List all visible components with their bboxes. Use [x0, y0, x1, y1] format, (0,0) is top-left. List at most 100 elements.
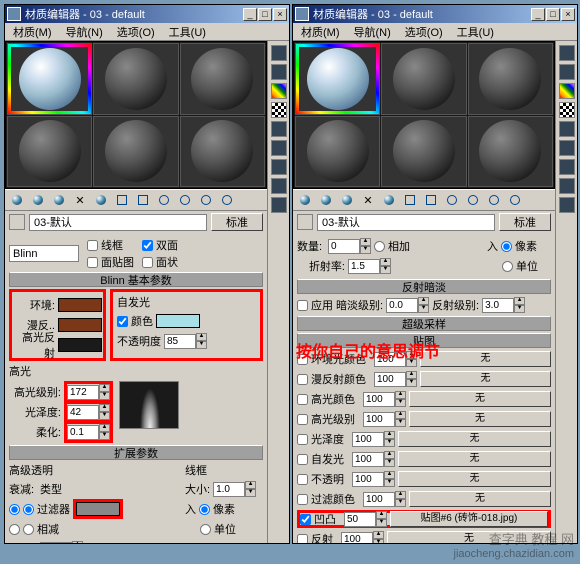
map-speccolor-btn[interactable]: 无	[409, 391, 551, 407]
falloff-out-radio[interactable]	[9, 524, 20, 535]
titlebar[interactable]: 材质编辑器 - 03 - default _ □ ×	[5, 5, 289, 23]
material-map-icon[interactable]	[271, 197, 287, 213]
assign-icon[interactable]	[338, 191, 356, 209]
backlight-icon[interactable]	[271, 64, 287, 80]
options-icon[interactable]	[271, 159, 287, 175]
sample-slot[interactable]	[7, 116, 92, 188]
wire-checkbox[interactable]: 线框	[87, 237, 134, 253]
select-by-icon[interactable]	[218, 191, 236, 209]
reflevel-spinner[interactable]: ▲▼	[482, 297, 525, 313]
close-button[interactable]: ×	[561, 8, 575, 21]
checker-icon[interactable]	[271, 102, 287, 118]
nav-sibling-icon[interactable]	[176, 191, 194, 209]
map-speclevel-btn[interactable]: 无	[409, 411, 551, 427]
sample-slot[interactable]	[381, 116, 466, 188]
put-to-scene-icon[interactable]	[29, 191, 47, 209]
menu-navigate[interactable]: 导航(N)	[62, 23, 107, 41]
sample-slot-1[interactable]	[295, 43, 380, 115]
map-diffuse-btn[interactable]: 无	[420, 371, 551, 387]
diffuse-swatch[interactable]	[58, 318, 102, 332]
map-gloss-btn[interactable]: 无	[398, 431, 551, 447]
spec-level-spinner[interactable]: ▲▼	[67, 384, 110, 400]
map-reflect-chk[interactable]: 反射	[297, 531, 333, 543]
twosided-checkbox[interactable]: 双面	[142, 237, 178, 253]
get-material-icon[interactable]	[296, 191, 314, 209]
map-opacity-btn[interactable]: 无	[398, 471, 551, 487]
unit2-radio[interactable]: 单位	[502, 258, 538, 274]
map-bump-chk[interactable]: 凹凸	[300, 511, 336, 527]
amount2-spinner[interactable]: ▲▼	[328, 238, 371, 254]
pixel2-radio[interactable]: 像素	[501, 238, 537, 254]
map-selfillum-btn[interactable]: 无	[398, 451, 551, 467]
nav-sibling-icon[interactable]	[464, 191, 482, 209]
menu-material[interactable]: 材质(M)	[297, 23, 344, 41]
type-subtract-radio[interactable]: 相减	[23, 521, 59, 537]
sample-slot[interactable]	[295, 116, 380, 188]
reset-icon[interactable]: ✕	[359, 191, 377, 209]
falloff-in-radio[interactable]	[9, 504, 20, 515]
close-button[interactable]: ×	[273, 8, 287, 21]
blinn-section-header[interactable]: Blinn 基本参数	[9, 272, 263, 287]
amount-spinner[interactable]: ▲▼	[40, 541, 83, 543]
map-gloss-chk[interactable]: 光泽度	[297, 431, 344, 447]
map-filter-chk[interactable]: 过滤颜色	[297, 491, 355, 507]
titlebar[interactable]: 材质编辑器 - 03 - default _ □ ×	[293, 5, 577, 23]
soften-spinner[interactable]: ▲▼	[67, 424, 110, 440]
assign-icon[interactable]	[50, 191, 68, 209]
options-icon[interactable]	[559, 159, 575, 175]
options-icon[interactable]	[485, 191, 503, 209]
get-material-icon[interactable]	[8, 191, 26, 209]
background-icon[interactable]	[559, 83, 575, 99]
menu-tools[interactable]: 工具(U)	[453, 23, 498, 41]
map-bump-btn[interactable]: 贴图#6 (砖饰-018.jpg)	[390, 511, 548, 527]
show-map-icon[interactable]	[113, 191, 131, 209]
ext-section-header[interactable]: 扩展参数	[9, 445, 263, 460]
additive2-radio[interactable]: 相加	[374, 238, 410, 254]
sample-slot[interactable]	[93, 116, 178, 188]
specular-swatch[interactable]	[58, 338, 102, 352]
type-filter-radio[interactable]: 过滤器	[23, 501, 70, 517]
refdim-section-header[interactable]: 反射暗淡	[297, 279, 551, 294]
put-to-scene-icon[interactable]	[317, 191, 335, 209]
gloss-spinner[interactable]: ▲▼	[67, 404, 110, 420]
material-map-icon[interactable]	[559, 197, 575, 213]
tree-icon[interactable]	[239, 191, 257, 209]
super-section-header[interactable]: 超级采样	[297, 316, 551, 331]
apply-checkbox[interactable]: 应用	[297, 297, 333, 313]
map-filter-btn[interactable]: 无	[409, 491, 551, 507]
menu-material[interactable]: 材质(M)	[9, 23, 56, 41]
nav-parent-icon[interactable]	[155, 191, 173, 209]
sample-type-icon[interactable]	[271, 45, 287, 61]
show-map-icon[interactable]	[401, 191, 419, 209]
minimize-button[interactable]: _	[243, 8, 257, 21]
sample-slot-1[interactable]	[7, 43, 92, 115]
backlight-icon[interactable]	[559, 64, 575, 80]
selfillum-swatch[interactable]	[156, 314, 200, 328]
eyedropper-icon[interactable]	[9, 214, 25, 230]
background-icon[interactable]	[271, 83, 287, 99]
copy-icon[interactable]	[380, 191, 398, 209]
maximize-button[interactable]: □	[258, 8, 272, 21]
facemap-checkbox[interactable]: 面贴图	[87, 254, 134, 270]
sample-type-icon[interactable]	[559, 45, 575, 61]
video-check-icon[interactable]	[559, 121, 575, 137]
type-button[interactable]: 标准	[211, 213, 263, 231]
eyedropper-icon[interactable]	[297, 214, 313, 230]
wire-size-spinner[interactable]: ▲▼	[213, 481, 256, 497]
nav-parent-icon[interactable]	[443, 191, 461, 209]
preview-icon[interactable]	[559, 140, 575, 156]
checker-icon[interactable]	[559, 102, 575, 118]
opacity-spinner[interactable]: ▲▼	[164, 333, 207, 349]
unit-radio[interactable]: 单位	[200, 521, 236, 537]
dimlevel-spinner[interactable]: ▲▼	[386, 297, 429, 313]
sample-slot[interactable]	[180, 43, 265, 115]
map-selfillum-chk[interactable]: 自发光	[297, 451, 344, 467]
filter-swatch[interactable]	[76, 502, 120, 516]
select-by-icon[interactable]	[506, 191, 524, 209]
sample-slot[interactable]	[93, 43, 178, 115]
sample-slot[interactable]	[468, 43, 553, 115]
maximize-button[interactable]: □	[546, 8, 560, 21]
sample-slot[interactable]	[468, 116, 553, 188]
type-button[interactable]: 标准	[499, 213, 551, 231]
map-speccolor-chk[interactable]: 高光颜色	[297, 391, 355, 407]
